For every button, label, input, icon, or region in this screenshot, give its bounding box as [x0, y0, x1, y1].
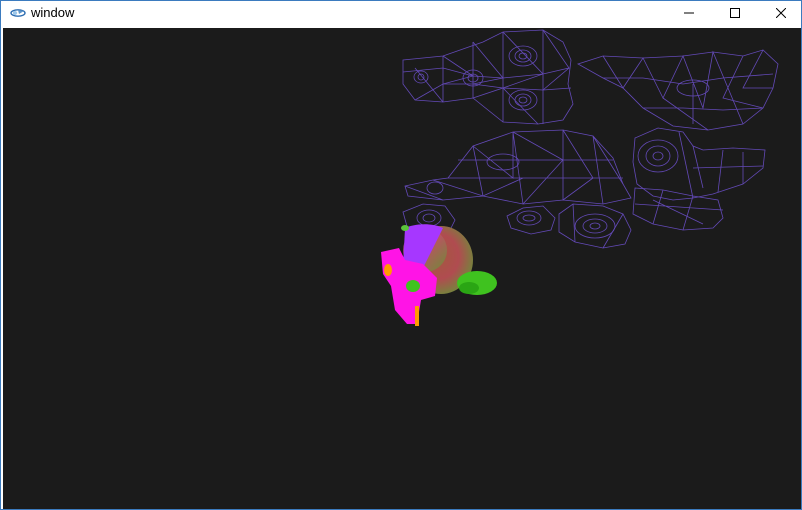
opengl-app-icon	[10, 6, 26, 20]
scene-canvas	[381, 29, 779, 326]
close-button[interactable]	[758, 1, 802, 27]
3d-model	[381, 224, 497, 326]
close-icon	[775, 5, 787, 23]
maximize-button[interactable]	[712, 1, 758, 27]
app-window: window	[0, 0, 802, 510]
uv-wireframe	[402, 29, 779, 249]
minimize-icon	[684, 5, 694, 23]
minimize-button[interactable]	[666, 1, 712, 27]
maximize-icon	[730, 5, 740, 23]
title-bar[interactable]: window	[1, 1, 801, 27]
window-title: window	[31, 5, 75, 20]
render-viewport[interactable]	[3, 28, 801, 509]
